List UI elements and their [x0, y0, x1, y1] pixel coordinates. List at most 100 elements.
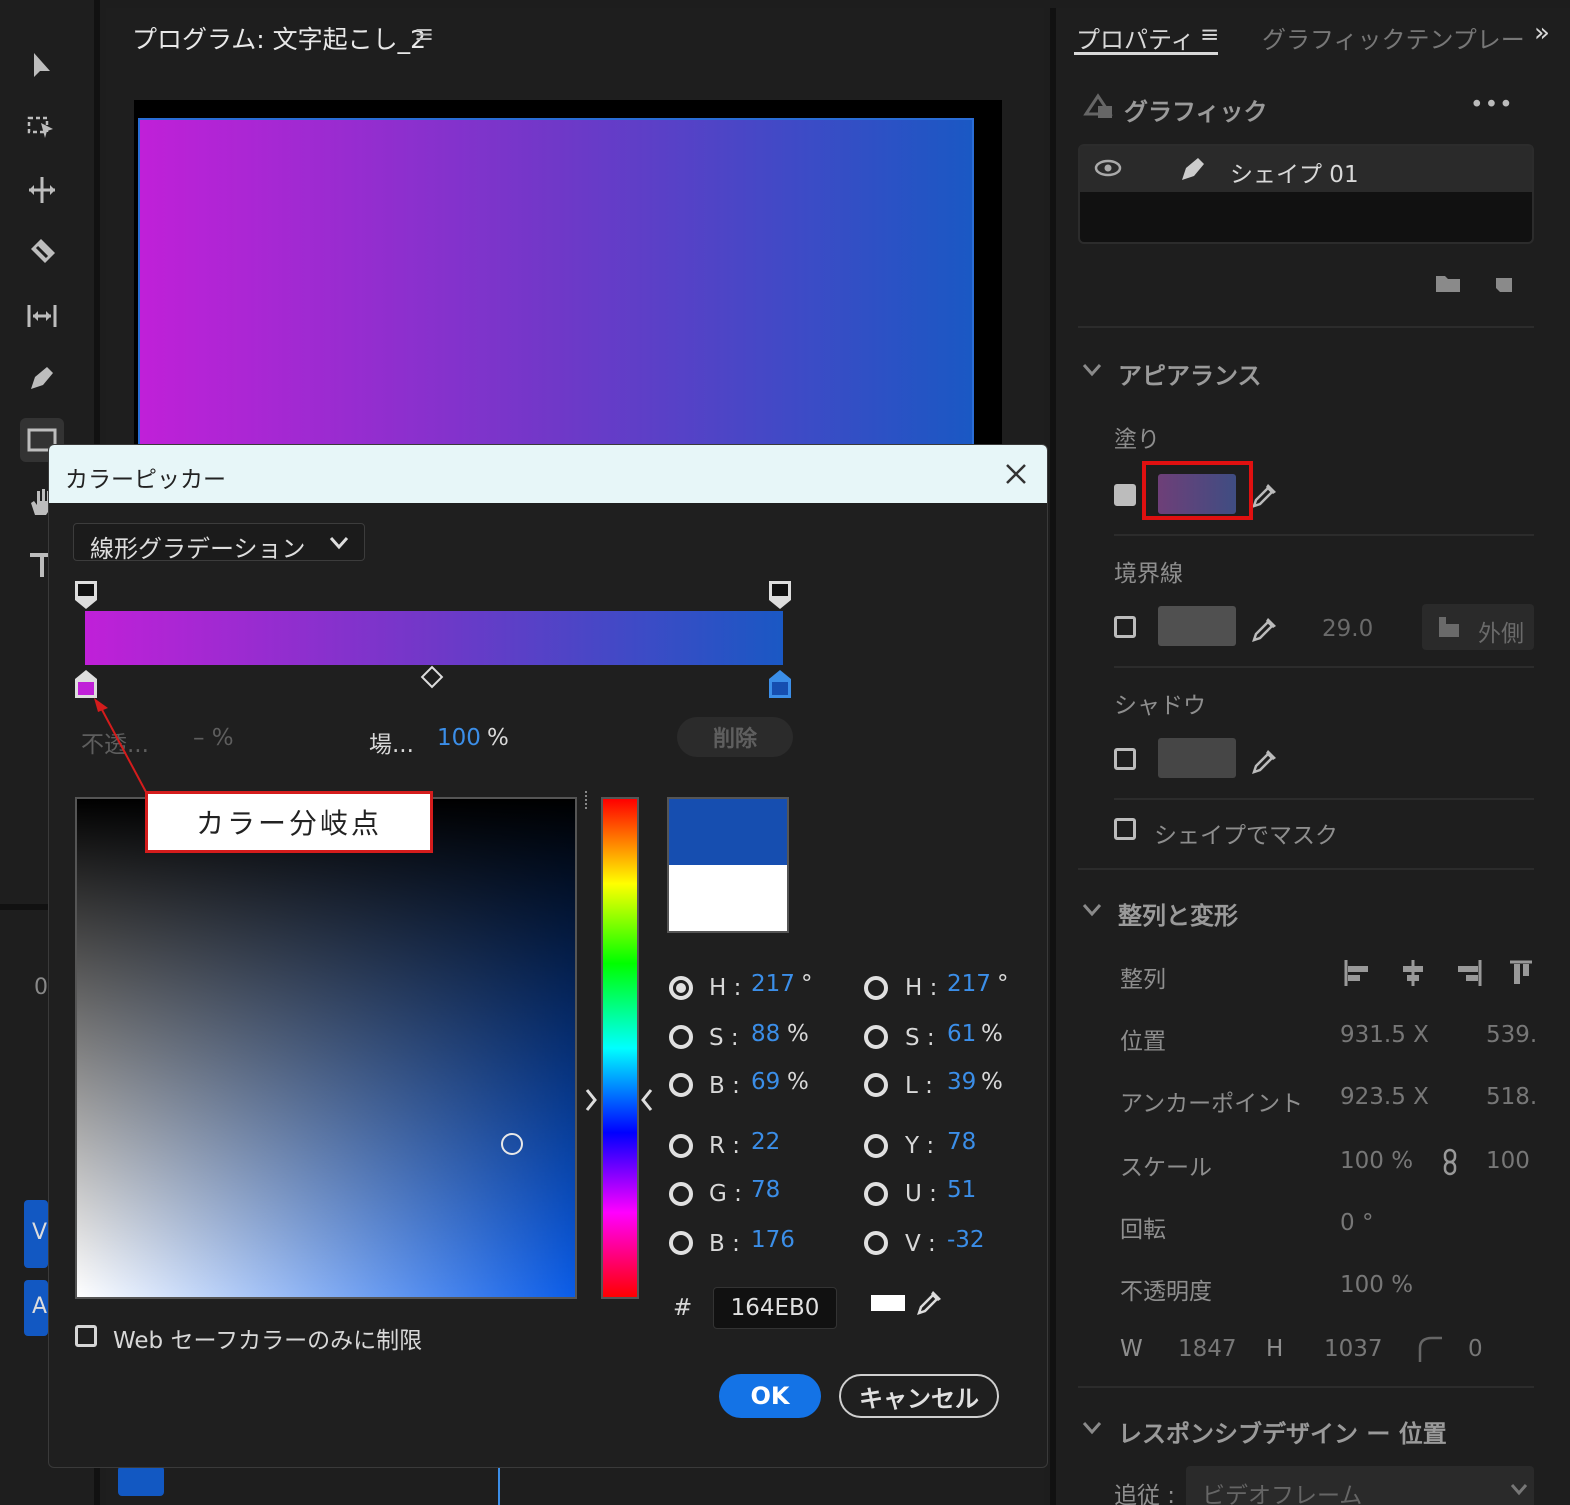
- hsl-h-value[interactable]: 217: [947, 971, 991, 997]
- rotation-value[interactable]: 0 °: [1340, 1210, 1373, 1236]
- radio-rgb-r[interactable]: [669, 1134, 693, 1158]
- stroke-checkbox[interactable]: [1114, 616, 1136, 638]
- stroke-eyedropper-icon[interactable]: [1250, 614, 1280, 644]
- hsl-l-value[interactable]: 39: [947, 1069, 976, 1095]
- radio-hsl-l[interactable]: [864, 1073, 888, 1097]
- anchor-x-value[interactable]: 923.5 X: [1340, 1084, 1429, 1110]
- layer-row[interactable]: シェイプ 01: [1080, 146, 1532, 192]
- track-a-toggle[interactable]: A: [24, 1280, 48, 1336]
- more-options-icon[interactable]: •••: [1470, 92, 1514, 118]
- selection-tool-icon[interactable]: [20, 44, 64, 88]
- new-layer-icon[interactable]: [1492, 272, 1516, 296]
- shadow-checkbox[interactable]: [1114, 748, 1136, 770]
- new-group-folder-icon[interactable]: [1434, 272, 1462, 294]
- chevron-down-icon[interactable]: [1082, 362, 1102, 378]
- opacity-stop-right[interactable]: [768, 580, 792, 610]
- radio-hsb-h[interactable]: [669, 976, 693, 1000]
- close-icon[interactable]: [999, 457, 1033, 491]
- opacity-stop-left[interactable]: [74, 580, 98, 610]
- yuv-u-value[interactable]: 51: [947, 1177, 976, 1203]
- rgb-b-value[interactable]: 176: [751, 1227, 795, 1253]
- scale-value[interactable]: 100 %: [1340, 1148, 1413, 1174]
- timeline-clip[interactable]: [118, 1466, 164, 1496]
- link-chain-icon[interactable]: [1442, 1148, 1458, 1176]
- razor-tool-icon[interactable]: [20, 230, 64, 274]
- hsb-s-value[interactable]: 88: [751, 1021, 780, 1047]
- width-value[interactable]: 1847: [1178, 1336, 1237, 1362]
- hsb-h-value[interactable]: 217: [751, 971, 795, 997]
- height-value[interactable]: 1037: [1324, 1336, 1383, 1362]
- track-select-tool-icon[interactable]: [20, 106, 64, 150]
- radio-hsl-s[interactable]: [864, 1025, 888, 1049]
- opacity-value[interactable]: 100 %: [1340, 1272, 1413, 1298]
- color-stop-left[interactable]: [74, 669, 98, 699]
- dialog-title-bar[interactable]: カラーピッカー: [49, 445, 1047, 503]
- radio-yuv-y[interactable]: [864, 1134, 888, 1158]
- pen-tool-icon[interactable]: [20, 356, 64, 400]
- yuv-v-value[interactable]: -32: [947, 1227, 985, 1253]
- shadow-eyedropper-icon[interactable]: [1250, 746, 1280, 776]
- radio-rgb-b[interactable]: [669, 1231, 693, 1255]
- chevron-down-icon[interactable]: [1082, 1420, 1102, 1436]
- align-left-icon[interactable]: [1342, 958, 1372, 988]
- track-v-toggle[interactable]: V: [24, 1200, 48, 1268]
- shadow-color-swatch[interactable]: [1158, 738, 1236, 778]
- original-color-swatch[interactable]: [667, 865, 789, 933]
- gradient-bar[interactable]: [85, 611, 783, 665]
- tab-graphic-templates[interactable]: グラフィックテンプレー: [1262, 20, 1525, 55]
- scale-value-2[interactable]: 100: [1486, 1148, 1530, 1174]
- tab-properties[interactable]: プロパティ: [1076, 20, 1195, 55]
- hsl-s-value[interactable]: 61: [947, 1021, 976, 1047]
- position-y-value[interactable]: 539.: [1486, 1022, 1537, 1048]
- align-center-icon[interactable]: [1398, 958, 1428, 988]
- gradient-type-dropdown[interactable]: 線形グラデーション: [73, 523, 365, 563]
- color-field-cursor[interactable]: [501, 1133, 523, 1155]
- web-safe-checkbox[interactable]: [75, 1325, 97, 1347]
- layer-name[interactable]: シェイプ 01: [1230, 155, 1359, 189]
- rgb-g-value[interactable]: 78: [751, 1177, 780, 1203]
- align-top-icon[interactable]: [1508, 958, 1534, 988]
- fill-eyedropper-icon[interactable]: [1250, 480, 1280, 510]
- gradient-shape-preview[interactable]: [138, 118, 974, 458]
- cancel-button[interactable]: キャンセル: [839, 1374, 999, 1418]
- ripple-edit-tool-icon[interactable]: [20, 168, 64, 212]
- radio-hsl-h[interactable]: [864, 976, 888, 1000]
- panel-overflow-icon[interactable]: »: [1534, 18, 1550, 48]
- hue-slider-left-arrow[interactable]: [583, 1087, 599, 1113]
- color-stop-right[interactable]: [768, 669, 792, 699]
- follow-dropdown[interactable]: ビデオフレーム: [1186, 1466, 1534, 1505]
- visibility-eye-icon[interactable]: [1094, 156, 1122, 180]
- ok-button[interactable]: OK: [719, 1374, 821, 1418]
- position-x-value[interactable]: 931.5 X: [1340, 1022, 1429, 1048]
- slip-tool-icon[interactable]: [20, 294, 64, 338]
- panel-menu-icon[interactable]: ≡: [414, 20, 434, 48]
- delete-stop-button[interactable]: 削除: [677, 717, 793, 757]
- radio-yuv-u[interactable]: [864, 1182, 888, 1206]
- stroke-position-dropdown[interactable]: 外側: [1422, 604, 1534, 650]
- program-monitor-title[interactable]: プログラム: 文字起こし_2: [132, 20, 426, 56]
- chevron-down-icon[interactable]: [1082, 902, 1102, 918]
- hue-slider-right-arrow[interactable]: [639, 1087, 655, 1113]
- radio-hsb-b[interactable]: [669, 1073, 693, 1097]
- playhead[interactable]: [498, 1468, 500, 1505]
- picker-eyedropper-icon[interactable]: [915, 1287, 945, 1317]
- yuv-y-value[interactable]: 78: [947, 1129, 976, 1155]
- stop-location-value[interactable]: 100: [437, 725, 481, 751]
- stroke-width-value[interactable]: 29.0: [1322, 616, 1373, 642]
- radio-hsb-s[interactable]: [669, 1025, 693, 1049]
- corner-radius-value[interactable]: 0: [1468, 1336, 1483, 1362]
- hex-input[interactable]: 164EB0: [713, 1287, 837, 1329]
- radio-yuv-v[interactable]: [864, 1231, 888, 1255]
- radio-rgb-g[interactable]: [669, 1182, 693, 1206]
- align-right-icon[interactable]: [1454, 958, 1484, 988]
- gradient-midpoint-handle[interactable]: [420, 665, 444, 689]
- stroke-color-swatch[interactable]: [1158, 606, 1236, 646]
- mask-checkbox[interactable]: [1114, 818, 1136, 840]
- anchor-y-value[interactable]: 518.: [1486, 1084, 1537, 1110]
- hsb-b-value[interactable]: 69: [751, 1069, 780, 1095]
- rgb-r-value[interactable]: 22: [751, 1129, 780, 1155]
- hue-slider[interactable]: [601, 797, 639, 1299]
- white-swatch-icon[interactable]: [871, 1295, 905, 1311]
- stop-opacity-value[interactable]: – %: [193, 725, 234, 751]
- fill-checkbox[interactable]: [1114, 484, 1136, 506]
